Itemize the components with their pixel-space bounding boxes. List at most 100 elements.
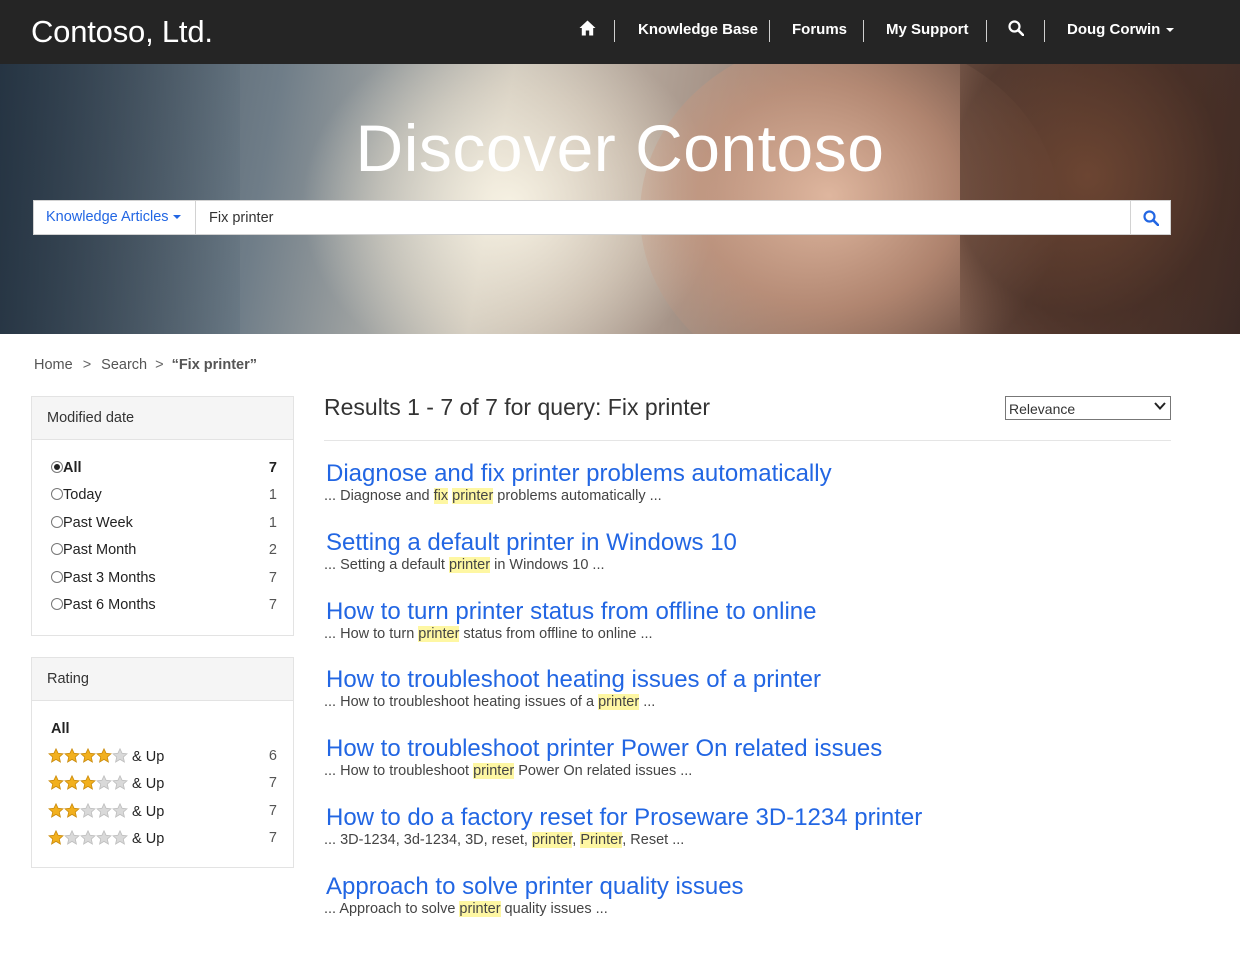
search-icon — [1143, 210, 1159, 226]
chevron-down-icon — [1154, 402, 1166, 410]
result-title-link[interactable]: Diagnose and fix printer problems automa… — [324, 460, 1184, 488]
star-empty-icon — [112, 829, 128, 845]
rating-option-2-up[interactable]: & Up 7 — [48, 802, 277, 823]
snippet-text: ... — [639, 694, 656, 710]
star-filled-icon — [64, 802, 80, 818]
result-title-link[interactable]: How to do a factory reset for Proseware … — [324, 804, 1184, 832]
hero-banner: Discover Contoso Knowledge Articles — [0, 64, 1240, 334]
hero-background-shape — [0, 64, 240, 334]
star-filled-icon — [80, 774, 96, 790]
sort-select[interactable]: Relevance — [1005, 396, 1171, 420]
search-scope-dropdown[interactable]: Knowledge Articles — [34, 201, 196, 234]
breadcrumb-home[interactable]: Home — [34, 357, 73, 373]
highlighted-term: fix — [433, 488, 449, 504]
chevron-down-icon — [1166, 28, 1175, 33]
facet-option-today[interactable]: Today 1 — [51, 487, 277, 507]
rating-option-count: 6 — [268, 748, 277, 764]
search-button[interactable] — [1130, 201, 1170, 234]
rating-option-3-up[interactable]: & Up 7 — [48, 774, 277, 795]
star-filled-icon — [80, 747, 96, 763]
star-rating-3 — [48, 774, 128, 794]
snippet-text: problems automatically ... — [493, 488, 662, 504]
rating-option-4-up[interactable]: & Up 6 — [48, 747, 277, 768]
nav-forums[interactable]: Forums — [792, 21, 847, 38]
nav-divider — [614, 20, 615, 42]
highlighted-term: printer — [459, 901, 501, 917]
snippet-text: in Windows 10 ... — [490, 557, 605, 573]
nav-my-support[interactable]: My Support — [886, 21, 969, 38]
star-filled-icon — [64, 747, 80, 763]
breadcrumb-search[interactable]: Search — [101, 357, 147, 373]
highlighted-term: printer — [452, 488, 494, 504]
snippet-text: , Reset ... — [622, 832, 685, 848]
modified-date-facet: Modified date All 7 Today 1 Past Week 1 … — [31, 396, 294, 636]
search-result: How to do a factory reset for Proseware … — [324, 804, 1184, 848]
facet-option-label: Past Month — [63, 542, 137, 558]
star-empty-icon — [96, 829, 112, 845]
rating-option-count: 7 — [268, 775, 277, 791]
result-title-link[interactable]: How to turn printer status from offline … — [324, 598, 1184, 626]
highlighted-term: printer — [448, 557, 491, 573]
facet-option-past-6-months[interactable]: Past 6 Months 7 — [51, 597, 277, 617]
result-snippet: ... 3D-1234, 3d-1234, 3D, reset, printer… — [324, 832, 1184, 848]
nav-knowledge-base[interactable]: Knowledge Base — [638, 21, 758, 38]
snippet-text: Power On related issues ... — [514, 763, 693, 779]
star-rating-4 — [48, 747, 128, 767]
sort-selected-value: Relevance — [1009, 401, 1076, 417]
user-name: Doug Corwin — [1067, 21, 1161, 38]
facet-option-all[interactable]: All 7 — [51, 460, 277, 480]
rating-option-all[interactable]: All — [51, 721, 277, 741]
nav-divider — [863, 20, 864, 42]
search-input[interactable] — [197, 201, 1131, 234]
radio-button[interactable] — [51, 543, 63, 555]
highlighted-term: Printer — [580, 832, 623, 848]
rating-facet: Rating All & Up 6 & Up 7 & Up 7 & Up 7 — [31, 657, 294, 868]
radio-button[interactable] — [51, 516, 63, 528]
star-filled-icon — [48, 802, 64, 818]
star-filled-icon — [48, 829, 64, 845]
snippet-text: status from offline to online ... — [459, 626, 653, 642]
result-title-link[interactable]: Approach to solve printer quality issues — [324, 873, 1184, 901]
user-menu[interactable]: Doug Corwin — [1067, 21, 1175, 38]
search-bar: Knowledge Articles — [33, 200, 1171, 235]
star-rating-1 — [48, 829, 128, 849]
radio-button[interactable] — [51, 488, 63, 500]
facet-option-count: 1 — [268, 515, 277, 531]
brand-logo[interactable]: Contoso, Ltd. — [31, 14, 213, 50]
rating-option-label: All — [51, 721, 70, 737]
facet-option-past-3-months[interactable]: Past 3 Months 7 — [51, 570, 277, 590]
result-title-link[interactable]: Setting a default printer in Windows 10 — [324, 529, 1184, 557]
rating-option-label: & Up — [132, 749, 165, 765]
facet-title: Modified date — [32, 397, 293, 440]
breadcrumb-separator: > — [82, 357, 92, 373]
rating-option-label: & Up — [132, 804, 165, 820]
result-snippet: ... Approach to solve printer quality is… — [324, 901, 1184, 917]
result-snippet: ... Diagnose and fix printer problems au… — [324, 488, 1184, 504]
star-empty-icon — [112, 774, 128, 790]
result-title-link[interactable]: How to troubleshoot printer Power On rel… — [324, 735, 1184, 763]
home-icon[interactable] — [579, 20, 596, 40]
radio-button[interactable] — [51, 571, 63, 583]
facet-option-label: Past 6 Months — [63, 597, 156, 613]
radio-button[interactable] — [51, 461, 63, 473]
snippet-text: ... Diagnose and — [324, 488, 434, 504]
hero-background-shape — [960, 64, 1240, 334]
star-filled-icon — [48, 747, 64, 763]
facet-title: Rating — [32, 658, 293, 701]
result-snippet: ... How to turn printer status from offl… — [324, 626, 1184, 642]
star-empty-icon — [96, 774, 112, 790]
snippet-text: ... How to troubleshoot heating issues o… — [324, 694, 599, 710]
search-result: How to troubleshoot printer Power On rel… — [324, 735, 1184, 779]
rating-option-1-up[interactable]: & Up 7 — [48, 829, 277, 850]
facet-option-past-month[interactable]: Past Month 2 — [51, 542, 277, 562]
facet-option-count: 2 — [268, 542, 277, 558]
facet-option-past-week[interactable]: Past Week 1 — [51, 515, 277, 535]
facet-option-label: Past Week — [63, 515, 133, 531]
search-icon[interactable] — [1008, 20, 1025, 40]
radio-button[interactable] — [51, 598, 63, 610]
search-result: Approach to solve printer quality issues… — [324, 873, 1184, 917]
facet-option-count: 7 — [268, 570, 277, 586]
star-rating-2 — [48, 802, 128, 822]
result-snippet: ... How to troubleshoot heating issues o… — [324, 694, 1184, 710]
result-title-link[interactable]: How to troubleshoot heating issues of a … — [324, 666, 1184, 694]
